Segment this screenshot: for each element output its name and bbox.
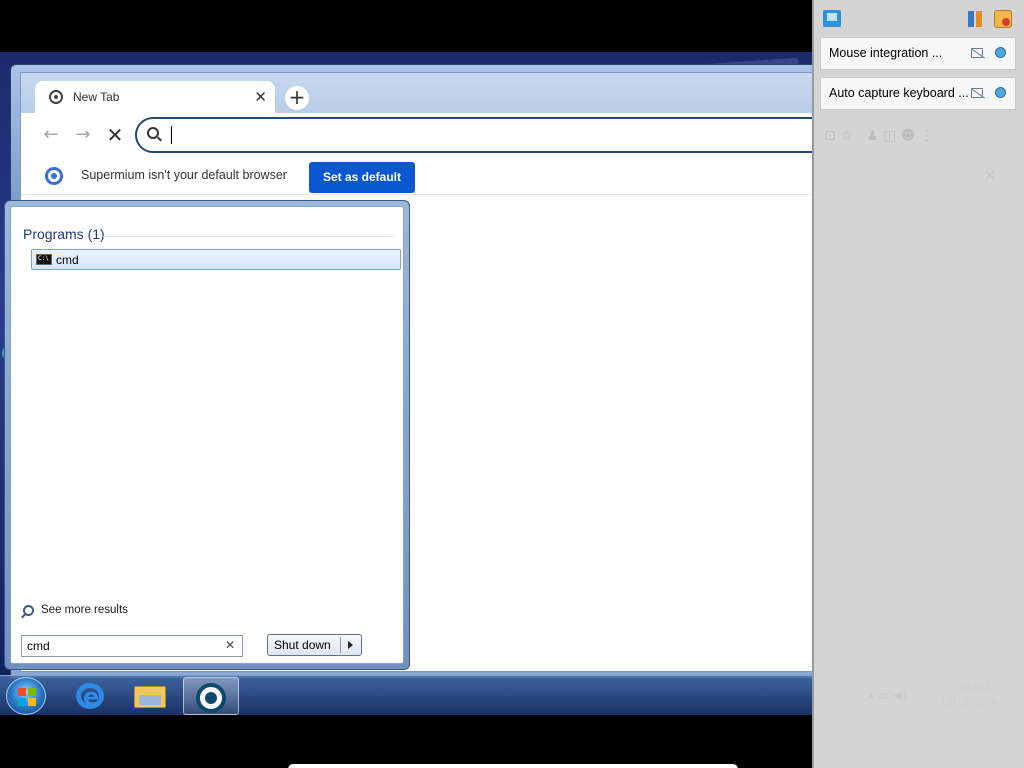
- folder-icon: [134, 686, 166, 708]
- default-browser-infobar: Supermium isn't your default browser Set…: [21, 155, 812, 195]
- internet-explorer-icon: [76, 683, 104, 711]
- shutdown-options-arrow-icon[interactable]: [348, 641, 353, 649]
- new-tab-button[interactable]: +: [285, 86, 309, 110]
- tab-title: New Tab: [73, 90, 120, 104]
- chat-bubble-icon[interactable]: [823, 10, 841, 27]
- virtualbox-notification-panel: Mouse integration ... Auto capture keybo…: [812, 0, 1024, 768]
- divider: [340, 637, 341, 653]
- start-search-input[interactable]: cmd ✕: [21, 635, 243, 657]
- infobar-message: Supermium isn't your default browser: [81, 168, 287, 182]
- shut-down-button[interactable]: Shut down: [267, 634, 362, 656]
- search-icon: [147, 127, 159, 139]
- supermium-logo-icon: [45, 167, 63, 185]
- start-menu: Programs (1) cmd See more results cmd ✕ …: [4, 200, 410, 670]
- taskbar: [0, 675, 812, 715]
- home-indicator: [288, 764, 738, 768]
- pin-icon[interactable]: [995, 87, 1006, 98]
- notification-label: Auto capture keyboard ...: [829, 86, 969, 100]
- browser-toolbar: ← → ✕: [21, 115, 812, 155]
- tray-time: 7:08 AM: [947, 682, 990, 694]
- see-more-results-label: See more results: [41, 604, 128, 616]
- mute-icon[interactable]: [971, 48, 983, 58]
- notification-close-all-icon[interactable]: [994, 10, 1012, 28]
- notification-auto-capture-keyboard[interactable]: Auto capture keyboard ...: [820, 77, 1016, 110]
- taskbar-file-explorer[interactable]: [122, 677, 178, 715]
- supermium-icon: [196, 683, 226, 713]
- tray-icons: ▴ ▭ ◀): [868, 688, 907, 702]
- stop-button[interactable]: ✕: [103, 123, 127, 147]
- windows-flag-icon: [18, 688, 36, 706]
- address-bar[interactable]: [135, 117, 812, 153]
- notification-mouse-integration[interactable]: Mouse integration ...: [820, 37, 1016, 70]
- start-menu-results-panel: Programs (1) cmd See more results: [10, 206, 404, 664]
- start-menu-footer: cmd ✕ Shut down: [10, 619, 404, 664]
- bottom-letterbox: [0, 715, 812, 768]
- clear-search-icon[interactable]: ✕: [225, 638, 235, 652]
- taskbar-supermium[interactable]: [183, 677, 239, 715]
- tray-date: 10/13/2024: [940, 697, 998, 709]
- taskbar-internet-explorer[interactable]: [62, 677, 118, 715]
- tab-close-icon[interactable]: ✕: [254, 88, 267, 106]
- infobar-close-icon[interactable]: ✕: [984, 168, 996, 184]
- search-result-cmd[interactable]: cmd: [31, 249, 401, 270]
- forward-button[interactable]: →: [71, 123, 95, 147]
- back-button[interactable]: ←: [39, 123, 63, 147]
- browser-toolbar-overflow-icons: ⊡ ☆ ♟ ◫ ☻ ⋮: [824, 128, 934, 144]
- search-result-label: cmd: [56, 253, 79, 267]
- shut-down-label: Shut down: [274, 638, 331, 652]
- programs-header: Programs (1): [23, 226, 105, 242]
- mute-icon[interactable]: [971, 88, 983, 98]
- tab-new-tab[interactable]: New Tab ✕: [35, 81, 275, 115]
- pin-icon[interactable]: [995, 47, 1006, 58]
- magnifier-icon: [23, 605, 34, 616]
- tab-strip: New Tab ✕ +: [21, 73, 812, 115]
- start-search-value: cmd: [27, 639, 50, 653]
- set-as-default-button[interactable]: Set as default: [309, 162, 415, 193]
- cmd-icon: [36, 254, 52, 265]
- tray-clock[interactable]: 7:08 AM 10/13/2024: [940, 681, 998, 711]
- usb-devices-icon[interactable]: [968, 11, 983, 27]
- text-caret: [171, 126, 172, 144]
- new-tab-favicon-icon: [49, 90, 63, 104]
- start-button[interactable]: [6, 677, 46, 715]
- notification-label: Mouse integration ...: [829, 46, 943, 60]
- divider: [103, 236, 393, 237]
